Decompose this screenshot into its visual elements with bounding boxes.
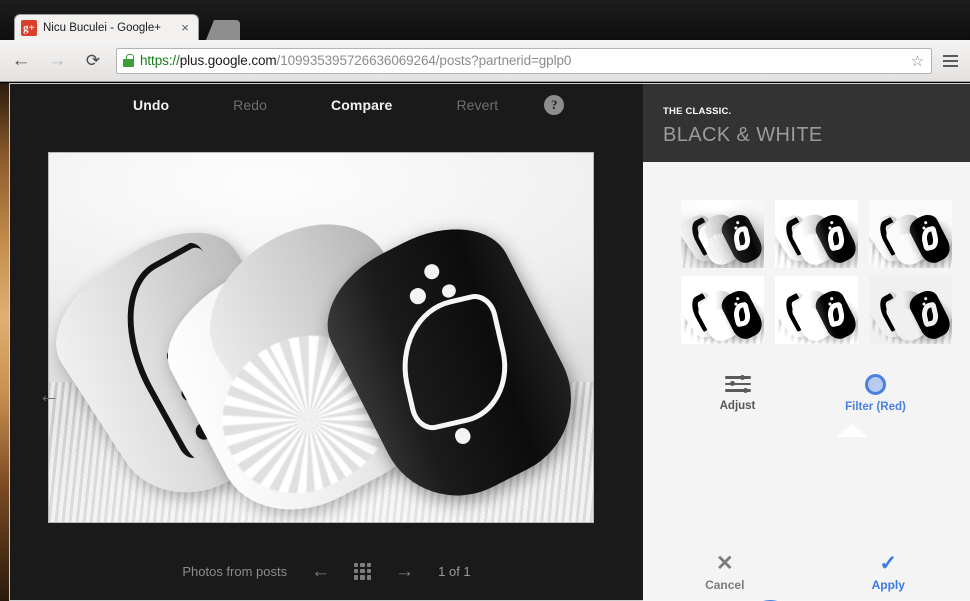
tab-strip: g+ Nicu Buculei - Google+ × (0, 0, 970, 41)
adjust-mode-button[interactable]: Adjust (692, 374, 784, 412)
forward-icon: → (47, 49, 67, 71)
preset-thumbnail-3[interactable] (869, 200, 952, 268)
prev-arrow-icon[interactable]: ← (311, 562, 330, 581)
preset-thumbnail-5[interactable] (775, 276, 858, 344)
page-background-strip (0, 83, 9, 601)
panel-header: THE CLASSIC. BLACK & WHITE (643, 84, 970, 162)
photo-image (49, 153, 593, 522)
filter-panel: THE CLASSIC. BLACK & WHITE Adjust Filter… (643, 84, 970, 601)
undo-button[interactable]: Undo (123, 91, 179, 119)
close-icon[interactable]: × (178, 21, 192, 35)
photo-source-label: Photos from posts (182, 563, 288, 579)
revert-button: Revert (456, 97, 499, 113)
preset-thumbnail-2[interactable] (775, 200, 858, 268)
back-icon[interactable]: ← (6, 46, 36, 76)
tab-title: Nicu Buculei - Google+ (43, 22, 161, 34)
selection-caret-icon (836, 424, 867, 437)
bookmark-star-icon[interactable]: ☆ (909, 53, 926, 70)
editor-canvas-area: Undo Redo Compare Revert ? ← Photos from… (10, 84, 643, 600)
grid-view-icon[interactable] (354, 562, 372, 580)
panel-title: BLACK & WHITE (663, 124, 823, 146)
preset-thumbnail-6[interactable] (869, 276, 952, 344)
cancel-button[interactable]: ✕ Cancel (643, 551, 807, 592)
url-path: /109935395726636069264/posts?partnerid=g… (276, 53, 572, 68)
page-viewport: Undo Redo Compare Revert ? ← Photos from… (0, 83, 970, 601)
address-bar[interactable]: https://plus.google.com/1099353957266360… (116, 47, 932, 74)
apply-button[interactable]: ✓ Apply (807, 551, 970, 592)
check-icon: ✓ (879, 551, 898, 575)
browser-window: g+ Nicu Buculei - Google+ × ← → ⟳ https:… (0, 0, 970, 601)
mode-toggle-row: Adjust Filter (Red) (643, 374, 970, 437)
sliders-icon (724, 374, 751, 394)
close-icon: ✕ (715, 551, 734, 575)
filter-mode-button[interactable]: Filter (Red) (830, 374, 922, 413)
adjust-mode-label: Adjust (719, 400, 756, 412)
url-text: https://plus.google.com/1099353957266360… (140, 53, 571, 68)
panel-action-bar: ✕ Cancel ✓ Apply (643, 544, 970, 600)
reload-icon[interactable]: ⟳ (78, 46, 108, 76)
main-photo (48, 152, 594, 523)
help-icon[interactable]: ? (544, 95, 565, 115)
google-plus-favicon: g+ (21, 20, 37, 36)
preset-thumbnail-1[interactable] (681, 200, 764, 268)
preset-thumbnail-4[interactable] (681, 276, 764, 344)
next-arrow-icon[interactable]: → (395, 562, 414, 581)
chrome-menu-button[interactable] (936, 47, 964, 75)
panel-kicker: THE CLASSIC. (663, 106, 732, 117)
lock-icon (123, 54, 134, 67)
apply-label: Apply (871, 577, 905, 592)
photo-counter: 1 of 1 (438, 563, 471, 579)
new-tab-button[interactable] (206, 20, 240, 40)
preset-grid (643, 162, 970, 344)
photo-navigation-bar: Photos from posts ← → 1 of 1 (10, 556, 643, 586)
previous-photo-arrow-icon[interactable]: ← (38, 384, 60, 406)
url-host: plus.google.com (179, 53, 277, 68)
omnibox-toolbar: ← → ⟳ https://plus.google.com/1099353957… (0, 40, 970, 82)
color-circle-icon (865, 374, 886, 395)
compare-button[interactable]: Compare (321, 91, 402, 119)
cancel-label: Cancel (705, 577, 745, 592)
redo-button: Redo (233, 97, 268, 113)
url-scheme: https:// (140, 53, 180, 68)
editor-toolbar: Undo Redo Compare Revert ? (10, 84, 643, 126)
browser-tab[interactable]: g+ Nicu Buculei - Google+ × (14, 14, 199, 41)
photo-editor-lightbox: Undo Redo Compare Revert ? ← Photos from… (9, 83, 970, 601)
filter-mode-label: Filter (Red) (845, 401, 906, 413)
